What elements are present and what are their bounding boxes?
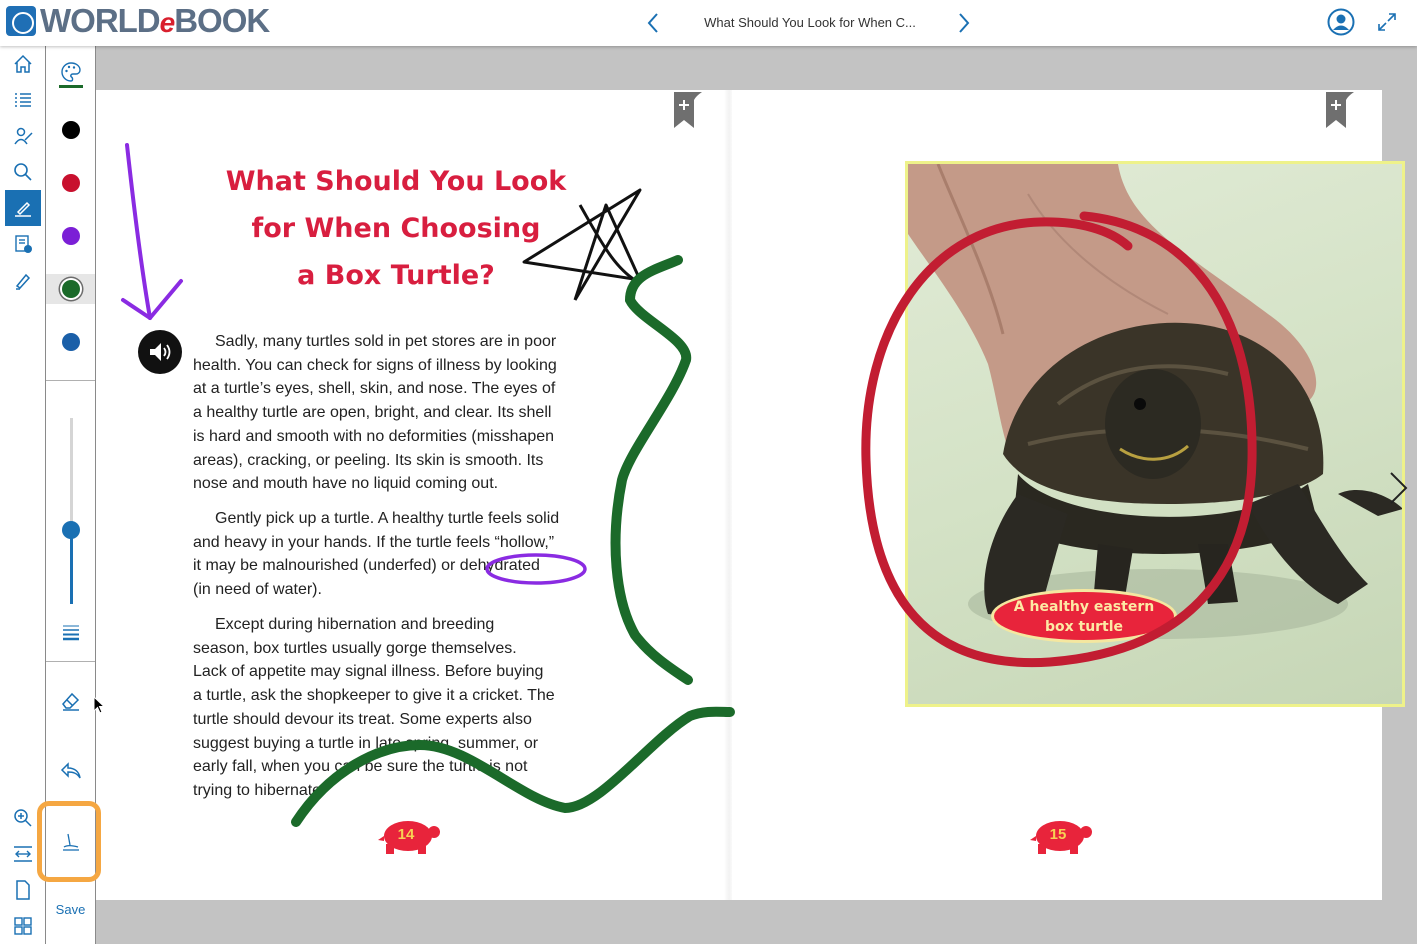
book-title: What Should You Look for When C... xyxy=(704,15,916,30)
globe-icon xyxy=(6,6,36,36)
logo-letter-e: e xyxy=(159,7,176,38)
caption-line-1: A healthy eastern xyxy=(1013,599,1155,615)
table-of-contents-button[interactable] xyxy=(5,82,41,118)
color-swatch-purple[interactable] xyxy=(62,227,80,245)
top-bar: WORLDeBOOK What Should You Look for When… xyxy=(0,0,1417,46)
paragraph-3-line: season, box turtles usually gorge themse… xyxy=(193,639,517,657)
highlighter-icon xyxy=(15,273,31,290)
bookmark-add-icon[interactable] xyxy=(1324,92,1360,132)
search-icon xyxy=(14,163,32,181)
paragraph-3: Except during hibernation and breeding s… xyxy=(193,613,601,803)
caption-line-2: box turtle xyxy=(1044,619,1124,635)
paragraph-1-line: is hard and smooth with no deformities (… xyxy=(193,427,555,445)
paragraph-1-line: nose and mouth have no liquid coming out… xyxy=(193,475,499,493)
home-icon xyxy=(14,54,32,73)
color-swatch-black[interactable] xyxy=(62,121,80,139)
palette-active-indicator xyxy=(59,85,83,88)
paragraph-2-line: Gently pick up a turtle. A healthy turtl… xyxy=(215,510,560,527)
mouse-cursor-icon xyxy=(93,696,105,714)
page-number-turtle: 15 xyxy=(1030,810,1094,860)
paragraph-1: Sadly, many turtles sold in pet stores a… xyxy=(193,330,601,496)
page-number-turtle: 14 xyxy=(378,810,442,860)
table-of-contents-icon xyxy=(15,93,31,107)
search-button[interactable] xyxy=(5,154,41,190)
color-swatch-green[interactable] xyxy=(62,280,80,298)
single-page-icon xyxy=(16,880,30,900)
paragraph-3-line: Except during hibernation and breeding xyxy=(215,616,495,633)
toolbar-divider xyxy=(46,380,95,381)
next-page-arrow-icon[interactable] xyxy=(1386,470,1410,506)
bookmark-add-icon[interactable] xyxy=(672,92,708,132)
annotate-button[interactable] xyxy=(5,190,41,226)
paragraph-3-line: a turtle, ask the shopkeeper to give it … xyxy=(193,687,555,705)
page-title-line-3: a Box Turtle? xyxy=(297,260,495,291)
reader-button[interactable] xyxy=(5,118,41,154)
previous-chapter-button[interactable] xyxy=(642,10,666,36)
next-chapter-button[interactable] xyxy=(951,10,975,36)
book-spread: What Should You Look for When Choosing a… xyxy=(96,90,1405,900)
home-button[interactable] xyxy=(5,46,41,82)
highlighter-button[interactable] xyxy=(5,262,41,298)
eraser-icon[interactable] xyxy=(59,689,83,713)
paragraph-2: Gently pick up a turtle. A healthy turtl… xyxy=(193,507,601,602)
paragraph-3-line: turtle should devour its treat. Some exp… xyxy=(193,710,532,728)
notes-icon xyxy=(15,235,32,253)
logo-word-world: WORLD xyxy=(40,2,161,39)
zoom-in-button[interactable] xyxy=(5,800,41,836)
paragraph-1-line: a healthy turtle are open, bright, and c… xyxy=(193,404,552,422)
paragraph-3-line: Lack of appetite may signal illness. Bef… xyxy=(193,663,544,681)
logo-word-book: BOOK xyxy=(174,2,270,39)
speaker-icon xyxy=(150,343,171,361)
zoom-in-icon xyxy=(14,809,32,827)
thumbnails-icon xyxy=(14,917,32,935)
fit-width-icon xyxy=(14,846,32,862)
notes-button[interactable] xyxy=(5,226,41,262)
drawing-toolbar: Save xyxy=(37,46,101,944)
paragraph-2-line: (in need of water). xyxy=(193,581,322,599)
toolbar-divider xyxy=(46,661,95,662)
paragraph-1-line: health. You can check for signs of illne… xyxy=(193,356,557,374)
ebook-reader: WORLDeBOOK What Should You Look for When… xyxy=(0,0,1417,944)
page-number: 14 xyxy=(397,826,415,843)
fullscreen-icon[interactable] xyxy=(1376,11,1398,33)
read-aloud-button[interactable] xyxy=(138,330,182,374)
paragraph-1-line: areas), cracking, or peeling. Its skin i… xyxy=(193,451,544,469)
save-drawing-icon[interactable] xyxy=(59,830,83,854)
photo-caption: A healthy eastern box turtle xyxy=(994,592,1174,640)
undo-icon[interactable] xyxy=(59,759,83,783)
paragraph-3-line: trying to hibernate. xyxy=(193,781,326,799)
page-title-line-2: for When Choosing xyxy=(251,213,541,244)
page-number: 15 xyxy=(1049,826,1067,843)
stroke-width-slider-thumb[interactable] xyxy=(62,520,80,539)
left-page: What Should You Look for When Choosing a… xyxy=(96,90,732,900)
paragraph-2-line: and heavy in your hands. If the turtle f… xyxy=(193,533,555,551)
right-page xyxy=(732,90,1405,900)
page-title-line-1: What Should You Look xyxy=(225,166,567,197)
stroke-width-slider-fill xyxy=(70,529,73,604)
paragraph-1-line: Sadly, many turtles sold in pet stores a… xyxy=(215,333,557,350)
single-page-button[interactable] xyxy=(5,872,41,908)
color-swatch-blue[interactable] xyxy=(62,333,80,351)
worldbook-logo[interactable]: WORLDeBOOK xyxy=(6,2,270,39)
color-palette-icon[interactable] xyxy=(59,60,83,84)
thumbnails-button[interactable] xyxy=(5,908,41,944)
annotate-icon xyxy=(15,201,31,217)
account-icon[interactable] xyxy=(1327,8,1355,36)
reader-icon xyxy=(14,127,33,145)
line-weight-icon xyxy=(63,625,79,641)
fit-width-button[interactable] xyxy=(5,836,41,872)
paragraph-2-line: it may be malnourished (underfed) or deh… xyxy=(193,557,540,575)
paragraph-3-line: early fall, when you can be sure the tur… xyxy=(193,758,528,776)
paragraph-3-line: suggest buying a turtle in late spring, … xyxy=(193,734,539,752)
paragraph-1-line: at a turtle’s eyes, shell, skin, and nos… xyxy=(193,380,556,398)
save-button[interactable]: Save xyxy=(46,902,95,917)
color-swatch-red[interactable] xyxy=(62,174,80,192)
